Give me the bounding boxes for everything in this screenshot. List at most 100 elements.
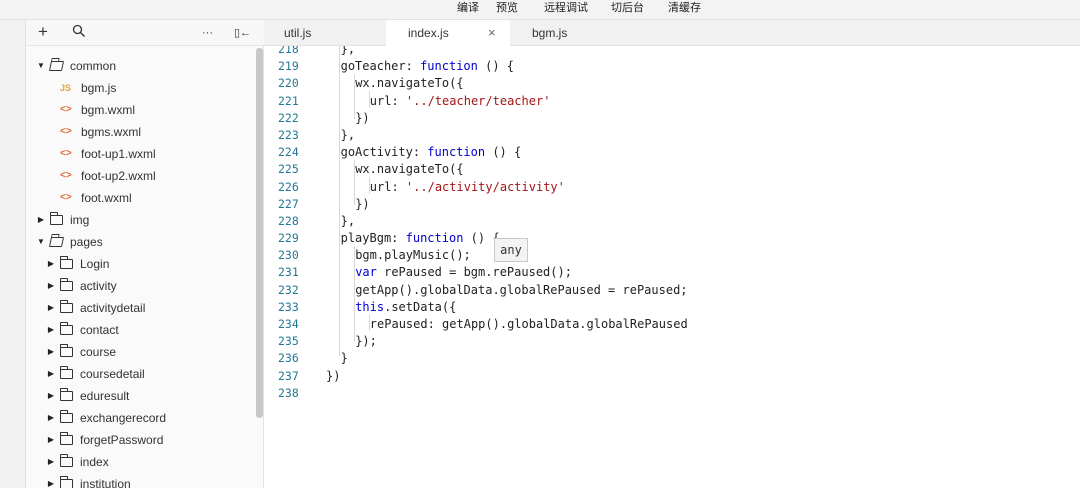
line-number: 236 — [278, 351, 299, 366]
code-editor[interactable]: 218}, 219 goTeacher: function () {220 wx.na… — [264, 46, 1080, 488]
explorer-toolbar: + ··· ▯← — [26, 20, 264, 46]
line-number: 221 — [278, 93, 299, 108]
code-text: url: '../activity/activity' — [370, 179, 565, 196]
chevron-right-icon[interactable]: ▶ — [46, 473, 56, 488]
chevron-right-icon[interactable]: ▶ — [46, 451, 56, 473]
tree-file[interactable]: <> foot.wxml — [26, 187, 254, 209]
code-text: }) — [326, 368, 340, 385]
chevron-right-icon[interactable]: ▶ — [46, 275, 56, 297]
tab-index-js[interactable]: index.js × — [386, 20, 510, 47]
wxml-file-icon: <> — [60, 192, 72, 203]
tree-folder[interactable]: ▶ contact — [26, 319, 254, 341]
tree-item-label: bgms.wxml — [81, 125, 142, 139]
switch-background-button[interactable]: 切后台 — [611, 0, 644, 16]
tree-folder[interactable]: ▶ index — [26, 451, 254, 473]
tree-file[interactable]: JS bgm.js — [26, 77, 254, 99]
tab-util-js[interactable]: util.js — [264, 20, 386, 46]
code-token: .setData({ — [384, 299, 457, 314]
close-icon[interactable]: × — [488, 20, 496, 46]
code-text: wx.navigateTo({ — [355, 161, 463, 178]
more-icon[interactable]: ··· — [202, 24, 213, 42]
tree-folder[interactable]: ▶ img — [26, 209, 254, 231]
code-token: }) — [326, 368, 341, 383]
clear-cache-button[interactable]: 清缓存 — [668, 0, 701, 16]
tab-bgm-js[interactable]: bgm.js — [510, 20, 634, 46]
chevron-right-icon[interactable]: ▶ — [46, 253, 56, 275]
line-number: 225 — [278, 162, 299, 177]
tree-item-label: Login — [80, 257, 110, 271]
tree-folder[interactable]: ▶ coursedetail — [26, 363, 254, 385]
code-text: getApp().globalData.globalRePaused = reP… — [355, 282, 687, 299]
tree-item-label: img — [70, 213, 90, 227]
code-text: }, — [341, 213, 355, 230]
tree-file[interactable]: <> foot-up1.wxml — [26, 143, 254, 165]
tree-item-label: activitydetail — [80, 301, 146, 315]
explorer-scrollbar[interactable] — [256, 48, 263, 418]
preview-button[interactable]: 预览 — [496, 0, 518, 16]
line-number: 228 — [278, 213, 299, 228]
code-token: } — [340, 351, 348, 366]
line-number: 230 — [278, 248, 299, 263]
code-string: '../teacher/teacher' — [405, 93, 551, 108]
tree-folder[interactable]: ▶ activitydetail — [26, 297, 254, 319]
chevron-right-icon[interactable]: ▶ — [46, 385, 56, 407]
wxml-file-icon: <> — [60, 148, 72, 159]
wxml-file-icon: <> — [60, 170, 72, 181]
layout-toggle-icon[interactable]: ▯← — [234, 24, 251, 42]
chevron-right-icon[interactable]: ▶ — [46, 407, 56, 429]
chevron-right-icon[interactable]: ▶ — [46, 363, 56, 385]
code-text: }, — [341, 46, 355, 58]
tree-folder[interactable]: ▼ common — [26, 55, 254, 77]
tree-item-label: index — [80, 455, 109, 469]
folder-icon — [60, 454, 73, 467]
chevron-right-icon[interactable]: ▶ — [46, 429, 56, 451]
tree-item-label: institution — [80, 477, 131, 488]
line-number: 234 — [278, 317, 299, 331]
line-number: 219 — [278, 59, 299, 74]
chevron-down-icon[interactable]: ▼ — [36, 231, 46, 253]
code-text: goTeacher: function () { — [341, 58, 514, 75]
tree-folder[interactable]: ▶ activity — [26, 275, 254, 297]
line-number: 218 — [278, 46, 299, 56]
tree-item-label: exchangerecord — [80, 411, 167, 425]
code-token: () { — [477, 59, 514, 74]
tree-folder[interactable]: ▶ eduresult — [26, 385, 254, 407]
code-text: wx.navigateTo({ — [355, 75, 463, 92]
code-text: url: '../teacher/teacher' — [370, 93, 551, 110]
chevron-right-icon[interactable]: ▶ — [46, 319, 56, 341]
tree-folder[interactable]: ▶ institution — [26, 473, 254, 488]
folder-icon — [60, 300, 73, 313]
code-text: }) — [355, 110, 369, 127]
search-icon[interactable] — [72, 24, 86, 42]
chevron-right-icon[interactable]: ▶ — [46, 341, 56, 363]
code-token: rePaused = bgm.rePaused(); — [376, 265, 572, 280]
code-text: this.setData({ — [355, 299, 456, 316]
folder-open-icon — [48, 61, 65, 71]
chevron-right-icon[interactable]: ▶ — [36, 209, 46, 231]
folder-icon — [60, 278, 73, 291]
code-text: bgm.playMusic(); — [355, 247, 471, 264]
tree-file[interactable]: <> bgm.wxml — [26, 99, 254, 121]
code-keyword: function — [427, 145, 486, 160]
tree-folder[interactable]: ▶ exchangerecord — [26, 407, 254, 429]
remote-debug-button[interactable]: 远程调试 — [544, 0, 588, 16]
chevron-down-icon[interactable]: ▼ — [36, 55, 46, 77]
line-number: 222 — [278, 110, 299, 125]
plus-icon[interactable]: + — [38, 23, 48, 41]
tree-file[interactable]: <> bgms.wxml — [26, 121, 254, 143]
tree-folder[interactable]: ▶ Login — [26, 253, 254, 275]
line-number: 238 — [278, 385, 299, 400]
tree-folder[interactable]: ▶ course — [26, 341, 254, 363]
tree-folder[interactable]: ▼ pages — [26, 231, 254, 253]
chevron-right-icon[interactable]: ▶ — [46, 297, 56, 319]
tree-folder[interactable]: ▶ forgetPassword — [26, 429, 254, 451]
tree-item-label: bgm.js — [81, 81, 117, 95]
compile-button[interactable]: 编译 — [457, 0, 479, 16]
folder-open-icon — [48, 237, 65, 247]
folder-icon — [50, 212, 63, 225]
tree-item-label: common — [70, 59, 117, 73]
top-toolbar: 编译 预览 远程调试 切后台 清缓存 — [0, 0, 1080, 20]
type-hover-tooltip: any — [494, 238, 528, 262]
folder-icon — [60, 388, 73, 401]
tree-file[interactable]: <> foot-up2.wxml — [26, 165, 254, 187]
